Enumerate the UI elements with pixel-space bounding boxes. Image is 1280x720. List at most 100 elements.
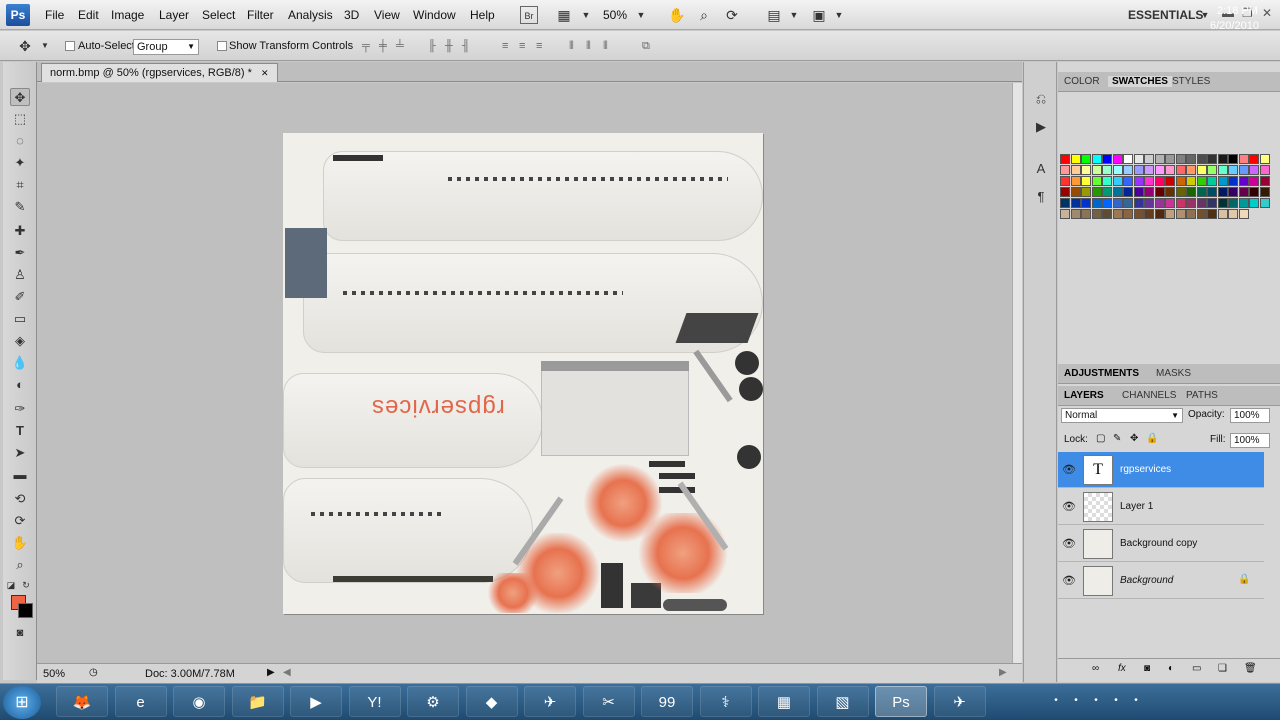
path-selection-tool-icon[interactable]: ➤ [10, 444, 30, 462]
vertical-scrollbar[interactable] [1012, 83, 1022, 663]
scroll-right-icon[interactable]: ▶ [999, 667, 1007, 678]
color-swatch[interactable] [1249, 198, 1259, 208]
visibility-eye-icon[interactable]: 👁 [1062, 463, 1076, 477]
color-swatch[interactable] [1249, 187, 1259, 197]
color-swatch[interactable] [1186, 209, 1196, 219]
clone-stamp-tool-icon[interactable]: ♙ [10, 266, 30, 284]
align-bottom-icon[interactable]: ╧ [396, 40, 410, 52]
color-swatch[interactable] [1228, 176, 1238, 186]
hand-tool-icon[interactable]: ✋ [10, 534, 30, 552]
lasso-tool-icon[interactable]: ◌ [10, 132, 30, 150]
color-swatch[interactable] [1259, 165, 1270, 175]
color-swatch[interactable] [1165, 176, 1175, 186]
status-menu-icon[interactable]: ▶ [267, 667, 275, 678]
lock-all-icon[interactable]: 🔒 [1146, 433, 1158, 444]
color-swatch[interactable] [1081, 176, 1091, 186]
color-swatch[interactable] [1217, 198, 1228, 208]
paint-bucket-tool-icon[interactable]: ◈ [10, 332, 30, 350]
background-color-swatch[interactable] [18, 603, 33, 618]
color-swatch[interactable] [1112, 187, 1123, 197]
color-swatch[interactable] [1081, 198, 1091, 208]
align-vcenter-icon[interactable]: ╪ [379, 40, 393, 52]
color-swatch[interactable] [1196, 176, 1207, 186]
align-left-icon[interactable]: ╟ [428, 40, 442, 52]
color-swatch[interactable] [1238, 209, 1249, 219]
menu-window[interactable]: Window [413, 8, 456, 22]
color-swatch[interactable] [1186, 165, 1196, 175]
color-swatch[interactable] [1123, 209, 1133, 219]
arrange-documents-icon[interactable]: ▤ [765, 6, 783, 24]
color-swatch[interactable] [1060, 187, 1070, 197]
color-swatch[interactable] [1186, 198, 1196, 208]
color-swatch[interactable] [1133, 165, 1144, 175]
color-swatch[interactable] [1196, 165, 1207, 175]
taskbar-yahoo-icon[interactable]: Y! [348, 686, 401, 717]
delete-layer-icon[interactable]: 🗑 [1244, 663, 1257, 674]
workspace-switcher[interactable]: ESSENTIALS [1128, 8, 1203, 22]
color-swatch[interactable] [1123, 176, 1133, 186]
visibility-eye-icon[interactable]: 👁 [1062, 574, 1076, 588]
tray-speaker-icon[interactable]: • [1130, 695, 1142, 707]
chevron-down-icon[interactable]: ▼ [785, 6, 803, 24]
color-swatch[interactable] [1070, 198, 1081, 208]
color-swatch[interactable] [1112, 165, 1123, 175]
color-swatch[interactable] [1091, 154, 1102, 164]
color-swatch[interactable] [1175, 209, 1186, 219]
color-swatch[interactable] [1102, 154, 1112, 164]
add-mask-icon[interactable]: ◙ [1144, 663, 1150, 674]
tab-color[interactable]: COLOR [1064, 76, 1100, 87]
color-swatch[interactable] [1060, 176, 1070, 186]
color-swatch[interactable] [1259, 154, 1270, 164]
eyedropper-tool-icon[interactable]: ✎ [10, 198, 30, 216]
align-right-icon[interactable]: ╢ [462, 40, 476, 52]
auto-select-checkbox[interactable] [65, 41, 75, 51]
color-swatch[interactable] [1154, 154, 1165, 164]
color-swatch[interactable] [1259, 187, 1270, 197]
color-swatch[interactable] [1238, 187, 1249, 197]
rectangle-tool-icon[interactable]: ▬ [10, 466, 30, 484]
color-swatch[interactable] [1154, 187, 1165, 197]
color-swatch[interactable] [1228, 209, 1238, 219]
taskbar-app-files-icon[interactable]: ▧ [816, 686, 869, 717]
color-swatch[interactable] [1123, 165, 1133, 175]
color-swatch[interactable] [1175, 176, 1186, 186]
clock-time[interactable]: 2:18 PM [1217, 5, 1258, 17]
color-swatch[interactable] [1249, 176, 1259, 186]
color-swatch[interactable] [1123, 154, 1133, 164]
color-swatch[interactable] [1207, 154, 1217, 164]
color-swatch[interactable] [1133, 198, 1144, 208]
color-swatch[interactable] [1133, 154, 1144, 164]
taskbar-aircraft-icon[interactable]: ✈ [933, 686, 986, 717]
color-swatch[interactable] [1070, 209, 1081, 219]
color-swatch[interactable] [1217, 187, 1228, 197]
blend-mode-select[interactable]: Normal ▼ [1061, 408, 1183, 423]
lock-transparent-icon[interactable]: ▢ [1096, 433, 1105, 444]
taskbar-app-green-icon[interactable]: ◉ [173, 686, 225, 717]
document-tab[interactable]: norm.bmp @ 50% (rgpservices, RGB/8) * ✕ [41, 63, 278, 82]
actions-icon[interactable]: ▶ [1031, 118, 1051, 136]
menu-filter[interactable]: Filter [247, 8, 274, 22]
tab-adjustments[interactable]: ADJUSTMENTS [1064, 368, 1139, 379]
visibility-eye-icon[interactable]: 👁 [1062, 537, 1076, 551]
color-swatch[interactable] [1144, 209, 1154, 219]
color-swatch[interactable] [1091, 198, 1102, 208]
color-swatch[interactable] [1175, 154, 1186, 164]
color-swatch[interactable] [1154, 209, 1165, 219]
color-swatch[interactable] [1133, 187, 1144, 197]
color-swatch[interactable] [1112, 198, 1123, 208]
color-swatch[interactable] [1238, 198, 1249, 208]
color-swatch[interactable] [1102, 209, 1112, 219]
color-swatch[interactable] [1175, 187, 1186, 197]
color-swatch[interactable] [1217, 209, 1228, 219]
color-swatch[interactable] [1091, 176, 1102, 186]
color-swatch[interactable] [1144, 176, 1154, 186]
color-swatch[interactable] [1154, 198, 1165, 208]
color-swatch[interactable] [1123, 187, 1133, 197]
texture-image[interactable]: rgpservices [283, 133, 763, 614]
menu-file[interactable]: File [45, 8, 64, 22]
opacity-field[interactable]: 100% [1230, 408, 1270, 423]
status-zoom[interactable]: 50% [43, 668, 65, 680]
color-swatch[interactable] [1070, 165, 1081, 175]
tab-styles[interactable]: STYLES [1172, 76, 1210, 87]
scroll-left-icon[interactable]: ◀ [283, 667, 291, 678]
